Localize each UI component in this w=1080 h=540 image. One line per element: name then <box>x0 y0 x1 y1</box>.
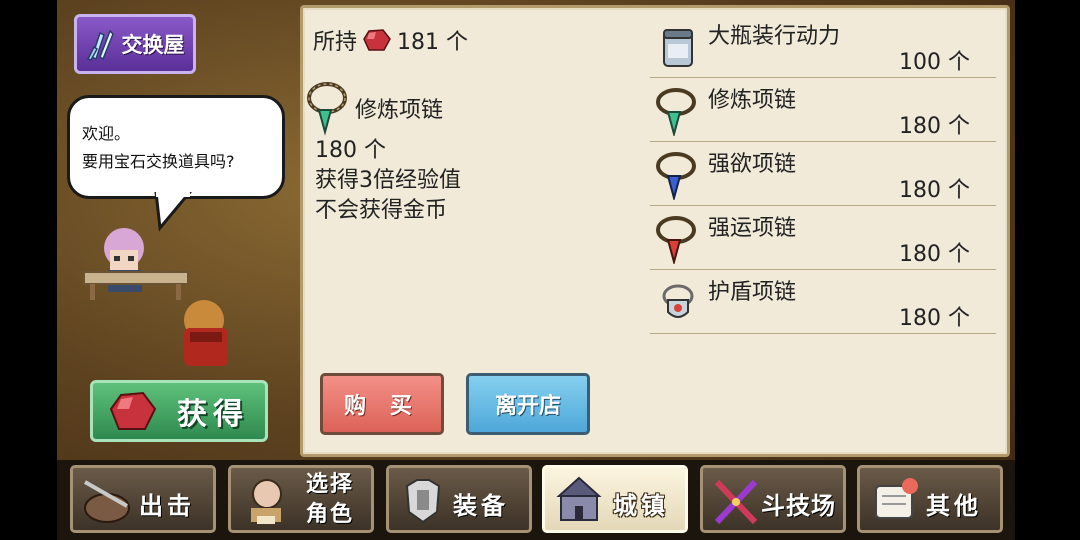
leave-shop-button[interactable]: 离开店 <box>466 373 590 435</box>
get-gems-button[interactable]: 获得 <box>90 380 268 442</box>
dialog-line-1: 欢迎。 <box>82 124 131 143</box>
nav-arena-label: 斗技场 <box>761 492 836 520</box>
necklace-red-icon <box>656 216 696 264</box>
nav-equip-label: 装备 <box>453 492 509 520</box>
shop-item-price: 180 个 <box>899 178 970 203</box>
buy-button[interactable]: 购 买 <box>320 373 444 435</box>
shop-item-list: 大瓶装行动力 100 个 修炼项链 180 个 强欲项链 180 个 强运项链 … <box>650 14 996 334</box>
shop-title-text: 交换屋 <box>121 33 185 57</box>
gem-icon <box>363 29 391 51</box>
nav-select-line-2: 角色 <box>305 502 354 527</box>
nav-equip-button[interactable]: 装备 <box>386 465 532 533</box>
sword-icon <box>714 479 758 525</box>
nav-other-label: 其他 <box>926 492 982 520</box>
necklace-green-icon <box>307 82 347 136</box>
selected-item-title: 修炼项链 <box>305 80 443 136</box>
selected-item-effect-1: 获得3倍经验值 <box>315 168 461 193</box>
get-gems-label: 获得 <box>177 397 249 432</box>
shop-item-row[interactable]: 护盾项链 180 个 <box>650 270 996 334</box>
necklace-green-icon <box>656 88 696 136</box>
shop-title-badge: 交换屋 <box>74 14 196 74</box>
sortie-icon <box>84 480 130 523</box>
nav-sortie-button[interactable]: 出击 <box>70 465 216 533</box>
nav-arena-button[interactable]: 斗技场 <box>700 465 846 533</box>
armor-icon <box>405 479 441 524</box>
shield-necklace-icon <box>662 284 694 318</box>
shop-item-name: 修炼项链 <box>708 88 797 113</box>
nav-town-label: 城镇 <box>613 492 669 520</box>
nav-select-character-button[interactable]: 选择 角色 <box>228 465 374 533</box>
shop-item-price: 100 个 <box>899 50 970 75</box>
shop-item-name: 护盾项链 <box>708 280 797 305</box>
shop-item-row[interactable]: 强欲项链 180 个 <box>650 142 996 206</box>
bottle-icon <box>663 29 693 67</box>
shop-item-price: 180 个 <box>899 242 970 267</box>
selected-item-name: 修炼项链 <box>355 98 444 123</box>
nav-select-line-1: 选择 <box>305 472 354 497</box>
owned-gems: 所持 181 个 <box>313 24 468 56</box>
gem-icon <box>109 391 157 430</box>
owned-count: 181 个 <box>397 30 469 55</box>
necklace-blue-icon <box>656 152 696 200</box>
nav-select-character-label: 选择 角色 <box>301 470 359 530</box>
hero-sprite <box>184 300 228 366</box>
selected-item-details: 180 个 获得3倍经验值 不会获得金币 <box>315 136 461 226</box>
shop-item-name: 强运项链 <box>708 216 797 241</box>
shop-item-name: 大瓶装行动力 <box>708 24 841 49</box>
shop-item-row[interactable]: 大瓶装行动力 100 个 <box>650 14 996 78</box>
owned-label: 所持 <box>313 30 358 55</box>
shop-item-price: 180 个 <box>899 114 970 139</box>
crystal-icon <box>86 29 114 61</box>
selected-item-price: 180 个 <box>315 138 386 163</box>
nav-town-button[interactable]: 城镇 <box>542 465 688 533</box>
scroll-icon <box>875 478 918 519</box>
shopkeeper-scene <box>83 228 228 366</box>
shop-item-row[interactable]: 强运项链 180 个 <box>650 206 996 270</box>
dialog-line-2: 要用宝石交换道具吗? <box>82 152 235 171</box>
shop-item-price: 180 个 <box>899 306 970 331</box>
nav-sortie-label: 出击 <box>139 492 195 520</box>
town-icon <box>556 476 602 521</box>
shop-item-name: 强欲项链 <box>708 152 797 177</box>
nav-other-button[interactable]: 其他 <box>857 465 1003 533</box>
character-icon <box>251 479 282 524</box>
shop-item-row[interactable]: 修炼项链 180 个 <box>650 78 996 142</box>
shopkeeper-speech-bubble: 欢迎。 要用宝石交换道具吗? <box>67 95 285 199</box>
selected-item-effect-2: 不会获得金币 <box>315 198 448 223</box>
